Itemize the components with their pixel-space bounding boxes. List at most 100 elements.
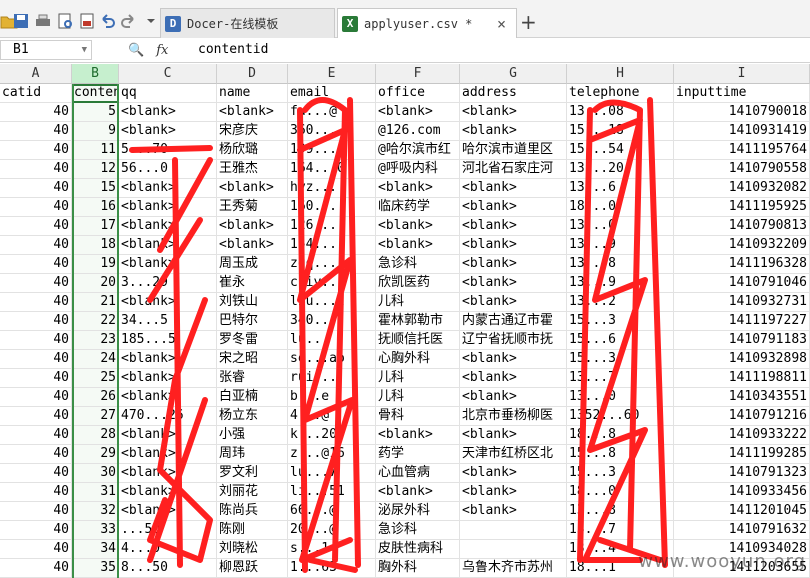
cell-email[interactable]: so...ao xyxy=(288,350,376,369)
cell-address[interactable]: <blank> xyxy=(460,103,567,122)
cell-contentid[interactable]: 33 xyxy=(72,521,119,540)
cell-email[interactable]: 126... xyxy=(288,217,376,236)
cell-office[interactable]: 心血管病 xyxy=(376,464,460,483)
header-cell-telephone[interactable]: telephone xyxy=(567,84,674,103)
cell-contentid[interactable]: 22 xyxy=(72,312,119,331)
cell-address[interactable]: <blank> xyxy=(460,179,567,198)
cell-qq[interactable]: <blank> xyxy=(119,179,217,198)
cell-inputtime[interactable]: 1410343551 xyxy=(674,388,810,407)
column-header-e[interactable]: E xyxy=(288,64,376,84)
cell-office[interactable]: @哈尔滨市红 xyxy=(376,141,460,160)
cell-catid[interactable]: 40 xyxy=(0,103,72,122)
cell-contentid[interactable]: 29 xyxy=(72,445,119,464)
cell-qq[interactable]: 4...0 xyxy=(119,540,217,559)
cell-address[interactable]: <blank> xyxy=(460,255,567,274)
cell-name[interactable]: 杨立东 xyxy=(217,407,288,426)
cell-catid[interactable]: 40 xyxy=(0,331,72,350)
cell-catid[interactable]: 40 xyxy=(0,236,72,255)
cell-email[interactable]: 199... xyxy=(288,141,376,160)
cell-inputtime[interactable]: 1410933456 xyxy=(674,483,810,502)
cell-office[interactable]: <blank> xyxy=(376,103,460,122)
cell-office[interactable]: <blank> xyxy=(376,483,460,502)
cell-telephone[interactable]: 13...0 xyxy=(567,217,674,236)
cell-email[interactable]: 20...@ xyxy=(288,521,376,540)
cell-office[interactable]: 霍林郭勒市 xyxy=(376,312,460,331)
chevron-down-icon[interactable] xyxy=(142,12,160,30)
cell-name[interactable]: 王秀菊 xyxy=(217,198,288,217)
cell-contentid[interactable]: 20 xyxy=(72,274,119,293)
cell-office[interactable]: <blank> xyxy=(376,179,460,198)
cell-office[interactable]: <blank> xyxy=(376,217,460,236)
cell-contentid[interactable]: 11 xyxy=(72,141,119,160)
cell-contentid[interactable]: 15 xyxy=(72,179,119,198)
cell-office[interactable]: @126.com xyxy=(376,122,460,141)
cell-telephone[interactable]: 15...3 xyxy=(567,312,674,331)
print-icon[interactable] xyxy=(34,12,52,30)
cell-email[interactable]: k...20 xyxy=(288,426,376,445)
cell-address[interactable]: 北京市垂杨柳医 xyxy=(460,407,567,426)
cell-contentid[interactable]: 34 xyxy=(72,540,119,559)
cell-email[interactable]: fu...@ xyxy=(288,103,376,122)
cell-telephone[interactable]: 15...8 xyxy=(567,445,674,464)
cell-email[interactable]: 164...0 xyxy=(288,160,376,179)
cell-contentid[interactable]: 23 xyxy=(72,331,119,350)
header-cell-contentid[interactable]: contentid xyxy=(72,84,119,103)
cell-email[interactable]: rui... xyxy=(288,369,376,388)
cell-contentid[interactable]: 24 xyxy=(72,350,119,369)
cell-qq[interactable]: 34...5 xyxy=(119,312,217,331)
zoom-icon[interactable]: 🔍 xyxy=(128,43,144,58)
column-header-h[interactable]: H xyxy=(567,64,674,84)
cell-office[interactable]: @呼吸内科 xyxy=(376,160,460,179)
cell-telephone[interactable]: 18...8 xyxy=(567,426,674,445)
cell-contentid[interactable]: 21 xyxy=(72,293,119,312)
close-icon[interactable]: × xyxy=(497,15,506,33)
column-header-a[interactable]: A xyxy=(0,64,72,84)
cell-email[interactable]: 66...@ xyxy=(288,502,376,521)
cell-qq[interactable]: <blank> xyxy=(119,255,217,274)
cell-name[interactable]: 杨欣璐 xyxy=(217,141,288,160)
cell-telephone[interactable]: 13...08 xyxy=(567,103,674,122)
cell-email[interactable]: lu... xyxy=(288,331,376,350)
cell-contentid[interactable]: 25 xyxy=(72,369,119,388)
cell-inputtime[interactable]: 1410790813 xyxy=(674,217,810,236)
cell-address[interactable]: 内蒙古通辽市霍 xyxy=(460,312,567,331)
cell-telephone[interactable]: 13...8 xyxy=(567,255,674,274)
cell-address[interactable]: <blank> xyxy=(460,388,567,407)
cell-office[interactable]: 抚顺信托医 xyxy=(376,331,460,350)
cell-telephone[interactable]: 13...7 xyxy=(567,521,674,540)
cell-qq[interactable]: <blank> xyxy=(119,483,217,502)
column-header-d[interactable]: D xyxy=(217,64,288,84)
cell-address[interactable]: 河北省石家庄河 xyxy=(460,160,567,179)
cell-qq[interactable]: 470...26 xyxy=(119,407,217,426)
cell-telephone[interactable]: 13...20 xyxy=(567,160,674,179)
cell-inputtime[interactable]: 1410791046 xyxy=(674,274,810,293)
cell-name[interactable]: 周玮 xyxy=(217,445,288,464)
cell-email[interactable]: lu...7 xyxy=(288,464,376,483)
cell-telephone[interactable]: 13...9 xyxy=(567,274,674,293)
header-cell-email[interactable]: email xyxy=(288,84,376,103)
cell-telephone[interactable]: 15...6 xyxy=(567,331,674,350)
print-preview-icon[interactable] xyxy=(56,12,74,30)
cell-office[interactable]: 欣凯医药 xyxy=(376,274,460,293)
cell-inputtime[interactable]: 1410932082 xyxy=(674,179,810,198)
cell-qq[interactable]: 185...5 xyxy=(119,331,217,350)
cell-inputtime[interactable]: 1411197227 xyxy=(674,312,810,331)
cell-qq[interactable]: <blank> xyxy=(119,369,217,388)
header-cell-office[interactable]: office xyxy=(376,84,460,103)
cell-name[interactable]: 陈刚 xyxy=(217,521,288,540)
cell-name[interactable]: 白亚楠 xyxy=(217,388,288,407)
column-header-c[interactable]: C xyxy=(119,64,217,84)
cell-office[interactable]: 骨科 xyxy=(376,407,460,426)
cell-name[interactable]: <blank> xyxy=(217,103,288,122)
cell-name[interactable]: 刘铁山 xyxy=(217,293,288,312)
cell-address[interactable]: <blank> xyxy=(460,293,567,312)
cell-office[interactable]: 儿科 xyxy=(376,293,460,312)
cell-qq[interactable]: ...50 xyxy=(119,521,217,540)
cell-contentid[interactable]: 28 xyxy=(72,426,119,445)
column-header-b[interactable]: B xyxy=(72,64,119,84)
name-box[interactable]: B1 ▼ xyxy=(0,40,92,60)
cell-inputtime[interactable]: 1411201045 xyxy=(674,502,810,521)
cell-name[interactable]: 小强 xyxy=(217,426,288,445)
cell-email[interactable]: 154... xyxy=(288,236,376,255)
cell-catid[interactable]: 40 xyxy=(0,521,72,540)
